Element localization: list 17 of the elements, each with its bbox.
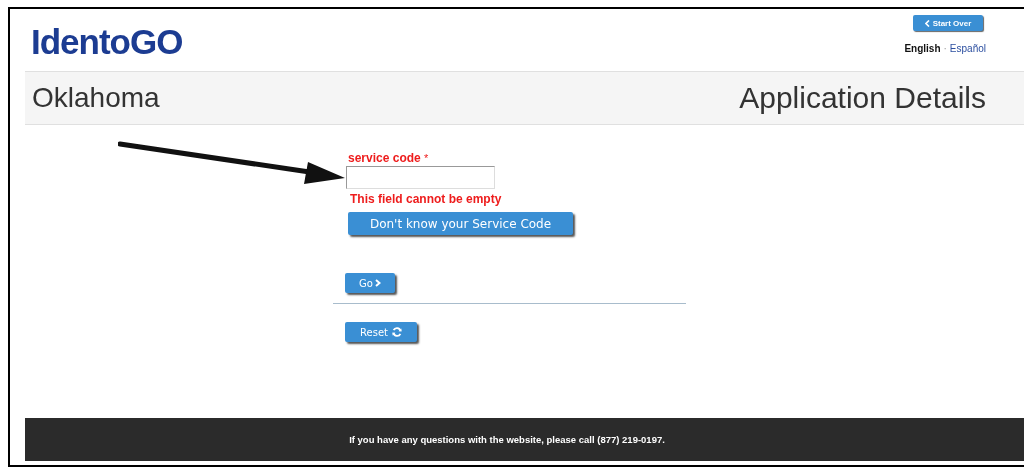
field-label: service code * [348, 151, 429, 165]
language-link[interactable]: English [904, 43, 941, 54]
refresh-icon [391, 327, 402, 337]
state-name: Oklahoma [32, 82, 160, 114]
footer-text: If you have any questions with the website, please call (877) 219-0197. [349, 434, 665, 445]
chevron-right-icon [374, 279, 381, 287]
error-message: This field cannot be empty [350, 192, 502, 206]
logo: IdentoGO [31, 22, 183, 60]
reset-button[interactable]: Reset [345, 322, 417, 342]
start-over-button[interactable]: Start Over [913, 15, 983, 31]
service-code-field[interactable] [346, 166, 495, 189]
separator: · [943, 43, 947, 54]
language-link[interactable]: Español [949, 43, 986, 54]
page-title: Application Details [739, 81, 986, 115]
chevron-left-icon [924, 19, 930, 27]
help-button[interactable]: Don't know your Service Code [348, 212, 573, 235]
go-button[interactable]: Go [345, 273, 395, 293]
